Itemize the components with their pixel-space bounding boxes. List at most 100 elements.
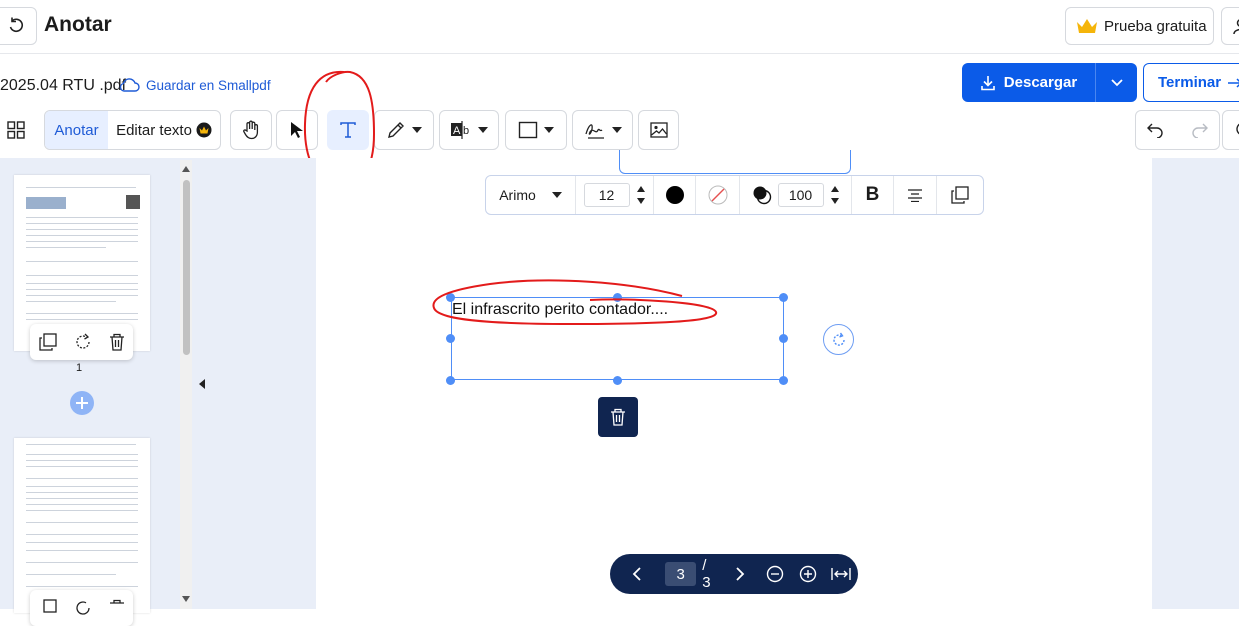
edit-text-mode-tab[interactable]: Editar texto (108, 111, 220, 149)
resize-handle-right[interactable] (779, 334, 788, 343)
save-to-cloud-link[interactable]: Guardar en Smallpdf (118, 77, 271, 93)
rectangle-icon (518, 121, 538, 139)
resize-handle-bottom[interactable] (613, 376, 622, 385)
duplicate-icon[interactable] (39, 333, 57, 351)
image-tool[interactable] (638, 110, 679, 150)
scroll-down-arrow-icon[interactable] (181, 595, 191, 603)
chevron-down-icon (478, 127, 488, 133)
history-controls (1135, 110, 1220, 150)
previous-page-button[interactable] (610, 567, 665, 581)
trash-icon[interactable] (109, 599, 125, 617)
thumbnail-actions (30, 324, 133, 360)
file-name: 2025.04 RTU .pdf (0, 77, 126, 95)
rotate-icon (831, 332, 847, 348)
page-navigator: 3 / 3 (610, 554, 858, 594)
zoom-out-icon (766, 565, 784, 583)
grid-icon (7, 121, 25, 139)
user-icon (1232, 17, 1239, 35)
edit-text-label: Editar texto (116, 122, 192, 139)
cloud-icon (118, 77, 140, 93)
download-button[interactable]: Descargar (962, 63, 1095, 102)
fit-width-icon (831, 567, 851, 581)
collapse-sidebar-icon[interactable] (198, 378, 206, 390)
finish-button[interactable]: Terminar (1143, 63, 1239, 102)
save-label: Guardar en Smallpdf (146, 78, 271, 93)
font-select[interactable]: Arimo (486, 176, 576, 214)
undo-icon (1146, 122, 1164, 138)
bold-button[interactable]: B (852, 176, 894, 214)
page-thumbnail-2[interactable] (14, 438, 150, 613)
align-center-icon (907, 188, 923, 202)
rotate-annotation-button[interactable] (823, 324, 854, 355)
stepper-arrows-icon[interactable] (636, 183, 646, 207)
download-icon (980, 75, 996, 91)
duplicate-annotation-button[interactable] (937, 176, 983, 214)
page-title: Anotar (44, 13, 112, 37)
trash-icon[interactable] (109, 333, 125, 351)
duplicate-icon[interactable] (39, 599, 57, 617)
delete-annotation-button[interactable] (598, 397, 638, 437)
page-number-label: 1 (76, 362, 82, 374)
shape-tool[interactable] (505, 110, 567, 150)
font-size-value[interactable]: 12 (584, 183, 630, 207)
download-label: Descargar (1004, 74, 1077, 91)
opacity-stepper[interactable]: 100 (740, 176, 852, 214)
rotate-icon[interactable] (74, 599, 92, 617)
resize-handle-top-right[interactable] (779, 293, 788, 302)
pdf-page[interactable] (316, 158, 1152, 609)
opacity-value[interactable]: 100 (778, 183, 824, 207)
rotate-icon[interactable] (74, 333, 92, 351)
redo-button[interactable] (1181, 122, 1220, 138)
hand-tool[interactable] (230, 110, 272, 150)
next-page-button[interactable] (723, 567, 758, 581)
zoom-out-button[interactable] (758, 565, 791, 583)
download-options-button[interactable] (1095, 63, 1137, 102)
draw-tool[interactable] (374, 110, 434, 150)
zoom-in-button[interactable] (791, 565, 824, 583)
duplicate-icon (951, 186, 969, 204)
hand-icon (242, 120, 260, 140)
top-bar: Anotar Prueba gratuita (0, 0, 1239, 54)
align-button[interactable] (894, 176, 937, 214)
mode-switch: Anotar Editar texto (44, 110, 221, 150)
stepper-arrows-icon[interactable] (830, 183, 840, 207)
zoom-in-icon (799, 565, 817, 583)
back-button[interactable] (0, 7, 37, 45)
font-value: Arimo (499, 187, 536, 203)
thumbnail-logo (26, 197, 66, 209)
chevron-left-icon (632, 567, 642, 581)
crown-icon (1076, 18, 1098, 34)
resize-handle-bottom-right[interactable] (779, 376, 788, 385)
add-page-button[interactable] (70, 391, 94, 415)
scroll-up-arrow-icon[interactable] (181, 165, 191, 173)
text-field-tool[interactable]: A b (439, 110, 499, 150)
color-swatch-icon (665, 185, 685, 205)
resize-handle-bottom-left[interactable] (446, 376, 455, 385)
chevron-down-icon (544, 127, 554, 133)
pen-icon (386, 120, 406, 140)
bold-icon: B (866, 184, 880, 206)
signature-tool[interactable] (572, 110, 633, 150)
text-color-button[interactable] (654, 176, 696, 214)
resize-handle-left[interactable] (446, 334, 455, 343)
undo-button[interactable] (1136, 122, 1175, 138)
background-color-button[interactable] (696, 176, 740, 214)
previous-text-box[interactable] (619, 150, 851, 174)
current-page-input[interactable]: 3 (665, 562, 696, 586)
trash-icon (610, 408, 626, 426)
thumbnail-actions-2 (30, 590, 133, 626)
thumbnails-toggle-button[interactable] (0, 110, 34, 150)
search-button[interactable] (1222, 110, 1239, 150)
no-fill-icon (708, 185, 728, 205)
account-button[interactable] (1221, 7, 1239, 45)
search-icon (1233, 121, 1239, 139)
arrow-right-icon (1227, 77, 1239, 89)
image-icon (650, 122, 668, 138)
annotate-mode-tab[interactable]: Anotar (45, 111, 108, 149)
font-size-stepper[interactable]: 12 (576, 176, 654, 214)
thumbnail-scroll-thumb[interactable] (183, 180, 190, 355)
chevron-down-icon (552, 192, 562, 198)
fit-width-button[interactable] (825, 567, 858, 581)
text-field-icon: A b (450, 120, 472, 140)
free-trial-button[interactable]: Prueba gratuita (1065, 7, 1214, 45)
